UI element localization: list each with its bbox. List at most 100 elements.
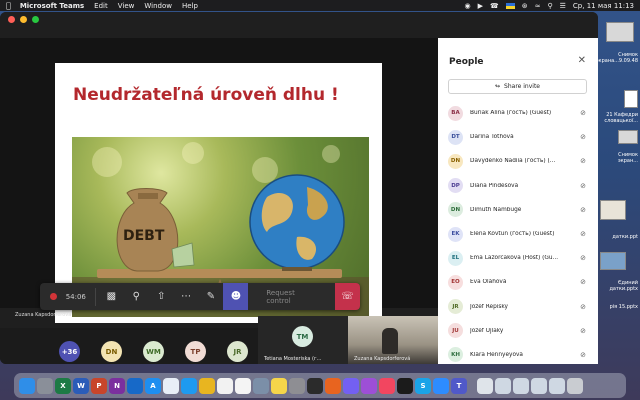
icloud-icon[interactable] xyxy=(163,377,179,394)
share-tray-icon: ⇧ xyxy=(156,291,166,302)
zoom-window-button[interactable] xyxy=(32,15,39,23)
participant-row[interactable]: EK Elena Kovtun (гость) (Guest) ⊘ xyxy=(438,222,598,246)
folder-icon-4[interactable] xyxy=(549,377,565,394)
media-icon[interactable]: ▶ xyxy=(478,2,483,10)
powerpoint-icon[interactable]: P xyxy=(91,377,107,394)
participant-row[interactable]: KH Klára Hennyeyová ⊘ xyxy=(438,343,598,367)
menubar-clock[interactable]: Ср, 11 мая 11:13 xyxy=(573,2,634,10)
folder-icon-3[interactable] xyxy=(531,377,547,394)
folder-icon-2[interactable] xyxy=(513,377,529,394)
podcasts-icon[interactable] xyxy=(361,377,377,394)
launchpad-icon[interactable] xyxy=(253,377,269,394)
leave-call-button[interactable]: ☏ xyxy=(335,283,360,310)
close-icon: ✕ xyxy=(577,55,586,66)
settings-icon[interactable] xyxy=(289,377,305,394)
participant-name: Klára Hennyeyová xyxy=(470,351,523,358)
bluetooth-icon[interactable]: ⊛ xyxy=(522,2,528,10)
mic-off-icon: ⚲ xyxy=(132,291,140,302)
participant-avatar: JU xyxy=(448,323,463,339)
participant-name: Davydenko Nadiia (гость) (... xyxy=(470,158,556,165)
participant-avatar-jr[interactable]: JR xyxy=(227,341,248,362)
viber-icon[interactable] xyxy=(343,377,359,394)
participant-row[interactable]: DN Dimuth Nambuge ⊘ xyxy=(438,198,598,222)
participant-name: Eva Oláhová xyxy=(470,279,507,286)
desktop-file-5[interactable]: Єдиний датки.pptx xyxy=(598,280,638,292)
control-center-icon[interactable]: ☰ xyxy=(560,2,566,10)
desktop-screenshot-thumb-2[interactable] xyxy=(618,130,638,144)
menu-edit[interactable]: Edit xyxy=(94,2,108,10)
menubar-app-name[interactable]: Microsoft Teams xyxy=(20,2,84,10)
search-icon[interactable]: ⚲ xyxy=(547,2,552,10)
mic-off-button[interactable]: ⚲ xyxy=(124,283,149,310)
outlook-icon[interactable] xyxy=(127,377,143,394)
zoom-icon[interactable] xyxy=(433,377,449,394)
participant-tile-video[interactable]: Zuzana Kapsdorferová xyxy=(348,316,438,364)
share-invite-button[interactable]: ↬ Share invite xyxy=(448,79,587,94)
participant-avatar: DP xyxy=(448,178,463,194)
reminders-icon[interactable] xyxy=(235,377,251,394)
people-button[interactable]: ☻ xyxy=(223,283,249,310)
keyboard-layout-flag-icon[interactable] xyxy=(505,2,515,9)
clock-icon[interactable] xyxy=(307,377,323,394)
menu-view[interactable]: View xyxy=(118,2,135,10)
participant-row[interactable]: JR Jozef Repiský ⊘ xyxy=(438,295,598,319)
participant-row[interactable]: DP Diana Pindešová ⊘ xyxy=(438,174,598,198)
notes-icon[interactable] xyxy=(271,377,287,394)
share-icon: ↬ xyxy=(495,83,501,90)
share-screen-button[interactable]: ⇧ xyxy=(149,283,174,310)
participant-row[interactable]: EO Eva Oláhová ⊘ xyxy=(438,270,598,294)
close-panel-button[interactable]: ✕ xyxy=(578,55,586,66)
mic-muted-icon: ⊘ xyxy=(580,133,586,142)
participant-row[interactable]: JU Jozef Ujlaky ⊘ xyxy=(438,319,598,343)
participant-row[interactable]: DT Darina Tóthová ⊘ xyxy=(438,125,598,149)
files-icon[interactable] xyxy=(37,377,53,394)
appstore-icon[interactable]: A xyxy=(145,377,161,394)
desktop-ppt-thumb-2[interactable] xyxy=(600,252,626,270)
desktop-doc-thumb[interactable] xyxy=(624,90,638,108)
participant-tile-tm[interactable]: TM Tetiana Mosteriska (г... xyxy=(258,316,348,364)
camera-off-button[interactable]: ▩ xyxy=(99,283,124,310)
participant-row[interactable]: DN Davydenko Nadiia (гость) (... ⊘ xyxy=(438,149,598,173)
participant-avatar-wm[interactable]: WM xyxy=(143,341,164,362)
photos-icon[interactable] xyxy=(217,377,233,394)
participant-row[interactable]: EL Ema Lazorcakova (Host) (Gu... ⊘ xyxy=(438,246,598,270)
participant-avatar-tp[interactable]: TP xyxy=(185,341,206,362)
participant-avatar: EO xyxy=(448,274,463,290)
apple-icon[interactable]:  xyxy=(6,1,11,10)
debt-label: DEBT xyxy=(123,228,165,244)
request-control-button[interactable]: Request control xyxy=(266,289,319,305)
menu-help[interactable]: Help xyxy=(182,2,198,10)
participant-row[interactable]: BA Buriak Alina (гость) (Guest) ⊘ xyxy=(438,101,598,125)
wifi-icon[interactable]: ≈ xyxy=(535,2,541,10)
participant-avatar-dn[interactable]: DN xyxy=(101,341,122,362)
safari-icon[interactable] xyxy=(181,377,197,394)
desktop-ppt-thumb[interactable] xyxy=(600,200,626,220)
teams-icon[interactable]: T xyxy=(451,377,467,394)
desktop-file-2[interactable]: 21 Кафедри словацької... xyxy=(592,112,638,124)
minimize-window-button[interactable] xyxy=(20,15,27,23)
desktop-file-4[interactable]: датки.ppt xyxy=(596,234,638,240)
desktop-screenshot-thumb[interactable] xyxy=(606,22,634,42)
skype-icon[interactable]: S xyxy=(415,377,431,394)
firefox-icon[interactable] xyxy=(325,377,341,394)
chrome-icon[interactable] xyxy=(199,377,215,394)
finder-icon[interactable] xyxy=(19,377,35,394)
record-status-icon[interactable]: ◉ xyxy=(465,2,471,10)
viber-status-icon[interactable]: ☎ xyxy=(490,2,499,10)
close-window-button[interactable] xyxy=(8,15,15,23)
excel-icon[interactable]: X xyxy=(55,377,71,394)
desktop-file-3[interactable]: Снимок экран... xyxy=(598,152,638,164)
chat-button[interactable]: ✎ xyxy=(199,283,224,310)
menu-window[interactable]: Window xyxy=(144,2,172,10)
music-icon[interactable] xyxy=(379,377,395,394)
preview-icon[interactable] xyxy=(477,377,493,394)
more-actions-button[interactable]: ⋯ xyxy=(174,283,199,310)
desktop-file-6[interactable]: рія 15.pptx xyxy=(598,304,638,310)
trash-icon[interactable] xyxy=(567,377,583,394)
onenote-icon[interactable]: N xyxy=(109,377,125,394)
folder-icon[interactable] xyxy=(495,377,511,394)
tv-icon[interactable] xyxy=(397,377,413,394)
overflow-participants-badge[interactable]: +36 xyxy=(59,341,80,362)
word-icon[interactable]: W xyxy=(73,377,89,394)
desktop-file-1[interactable]: Снимок экрана...9.09.48 xyxy=(594,52,638,64)
